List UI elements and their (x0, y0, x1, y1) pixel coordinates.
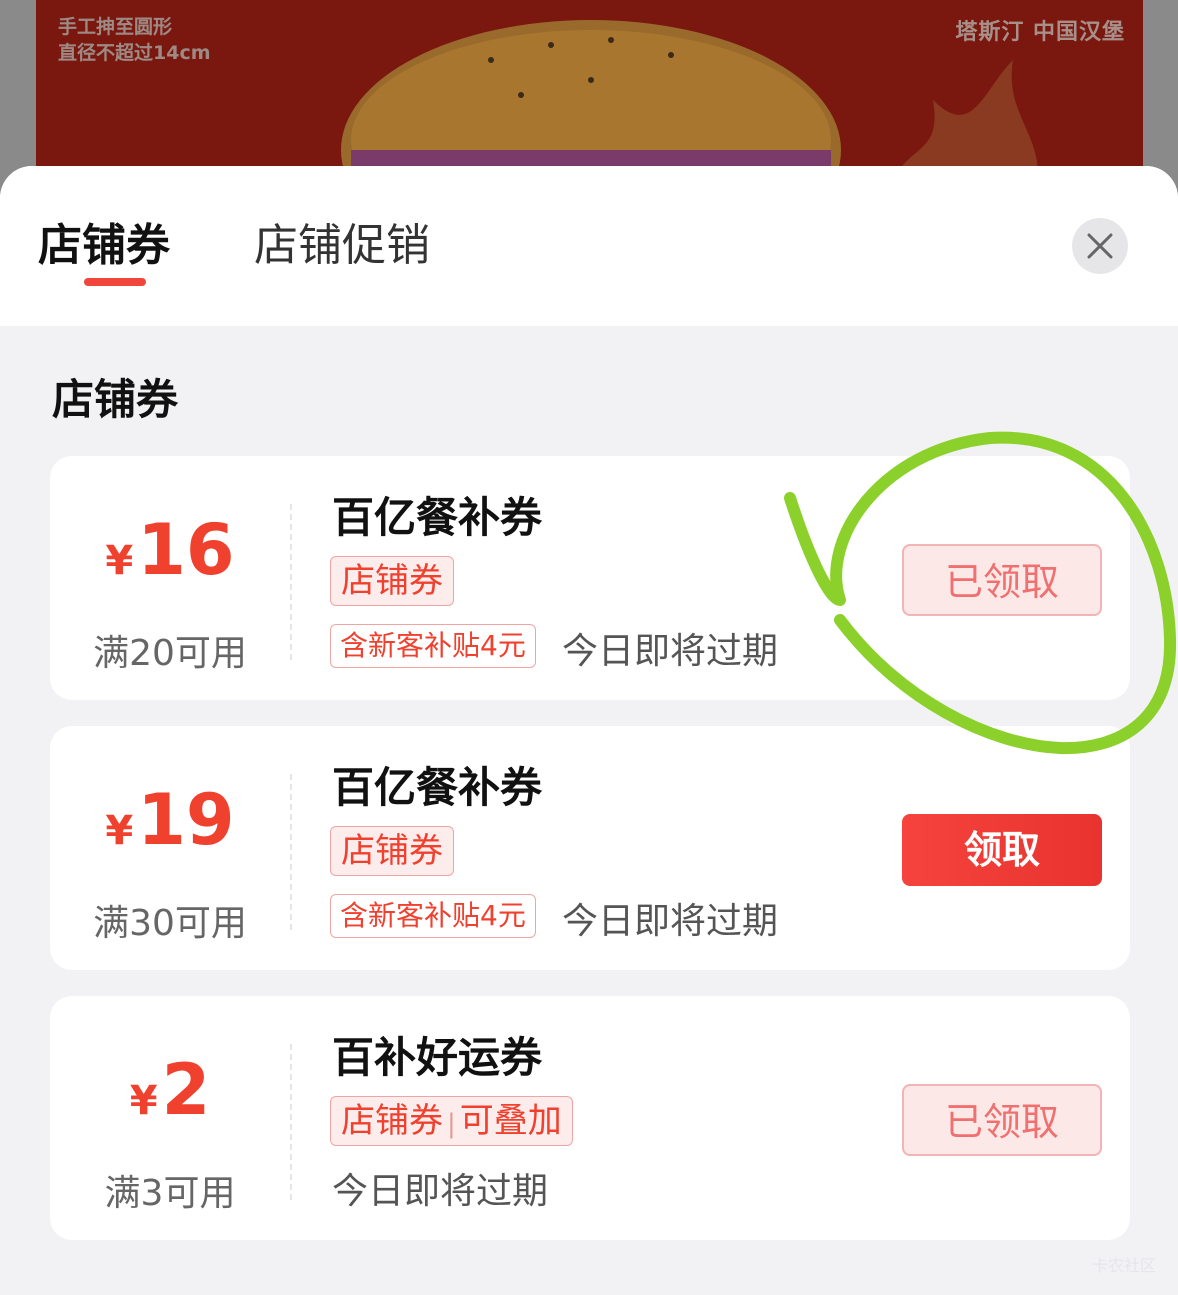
claim-button[interactable]: 领取 (902, 814, 1102, 886)
dashed-divider (290, 774, 292, 930)
coupon-amount: ¥2 (50, 1050, 290, 1130)
claimed-button[interactable]: 已领取 (902, 1084, 1102, 1156)
tab-store-promotions[interactable]: 店铺促销 (254, 216, 430, 276)
coupon-type-tag: 店铺券 (330, 826, 454, 876)
expire-text: 今日即将过期 (562, 901, 779, 942)
tab-bar: 店铺券 店铺促销 (0, 166, 1178, 326)
close-icon (1087, 233, 1113, 259)
banner-text-line2: 直径不超过14cm (58, 42, 211, 64)
coupon-title: 百亿餐补券 (332, 493, 543, 542)
coupon-sheet: 店铺券 店铺促销 店铺券 ¥16 满20可用 百亿餐补券 店铺券 含新客补贴4元… (0, 166, 1178, 1295)
expire-text: 今日即将过期 (562, 631, 779, 672)
usage-condition: 满30可用 (93, 903, 247, 944)
amount-value: 2 (161, 1049, 211, 1131)
coupon-card: ¥16 满20可用 百亿餐补券 店铺券 含新客补贴4元 今日即将过期 已领取 (50, 456, 1130, 700)
subsidy-tag: 含新客补贴4元 (330, 894, 536, 938)
currency-symbol: ¥ (105, 538, 134, 584)
close-button[interactable] (1072, 218, 1128, 274)
coupon-card: ¥19 满30可用 百亿餐补券 店铺券 含新客补贴4元 今日即将过期 领取 (50, 726, 1130, 970)
amount-value: 19 (137, 779, 235, 861)
banner-text-line1: 手工抻至圆形 (58, 16, 173, 38)
stackable-label: 可叠加 (459, 1101, 562, 1141)
subsidy-tag: 含新客补贴4元 (330, 624, 536, 668)
coupon-title: 百亿餐补券 (332, 763, 543, 812)
tab-store-coupons[interactable]: 店铺券 (38, 216, 170, 276)
dashed-divider (290, 504, 292, 660)
watermark: 卡农社区 (1091, 1256, 1156, 1275)
coupon-type-tag: 店铺券 | 可叠加 (330, 1096, 573, 1146)
expire-text: 今日即将过期 (332, 1171, 549, 1212)
tag-separator: | (447, 1109, 456, 1139)
coupon-card: ¥2 满3可用 百补好运券 店铺券 | 可叠加 今日即将过期 已领取 (50, 996, 1130, 1240)
dashed-divider (290, 1044, 292, 1200)
coupon-type-label: 店铺券 (341, 1101, 443, 1141)
amount-value: 16 (137, 509, 235, 591)
usage-condition: 满3可用 (104, 1173, 236, 1214)
usage-condition: 满20可用 (93, 633, 247, 674)
active-tab-indicator (84, 278, 146, 286)
section-title: 店铺券 (52, 375, 179, 424)
currency-symbol: ¥ (105, 808, 134, 854)
coupon-title: 百补好运券 (332, 1033, 543, 1082)
coupon-amount: ¥19 (50, 780, 290, 860)
coupon-amount: ¥16 (50, 510, 290, 590)
brand-logo: 塔斯汀 中国汉堡 (955, 20, 1125, 45)
claimed-button[interactable]: 已领取 (902, 544, 1102, 616)
currency-symbol: ¥ (129, 1078, 158, 1124)
coupon-type-tag: 店铺券 (330, 556, 454, 606)
